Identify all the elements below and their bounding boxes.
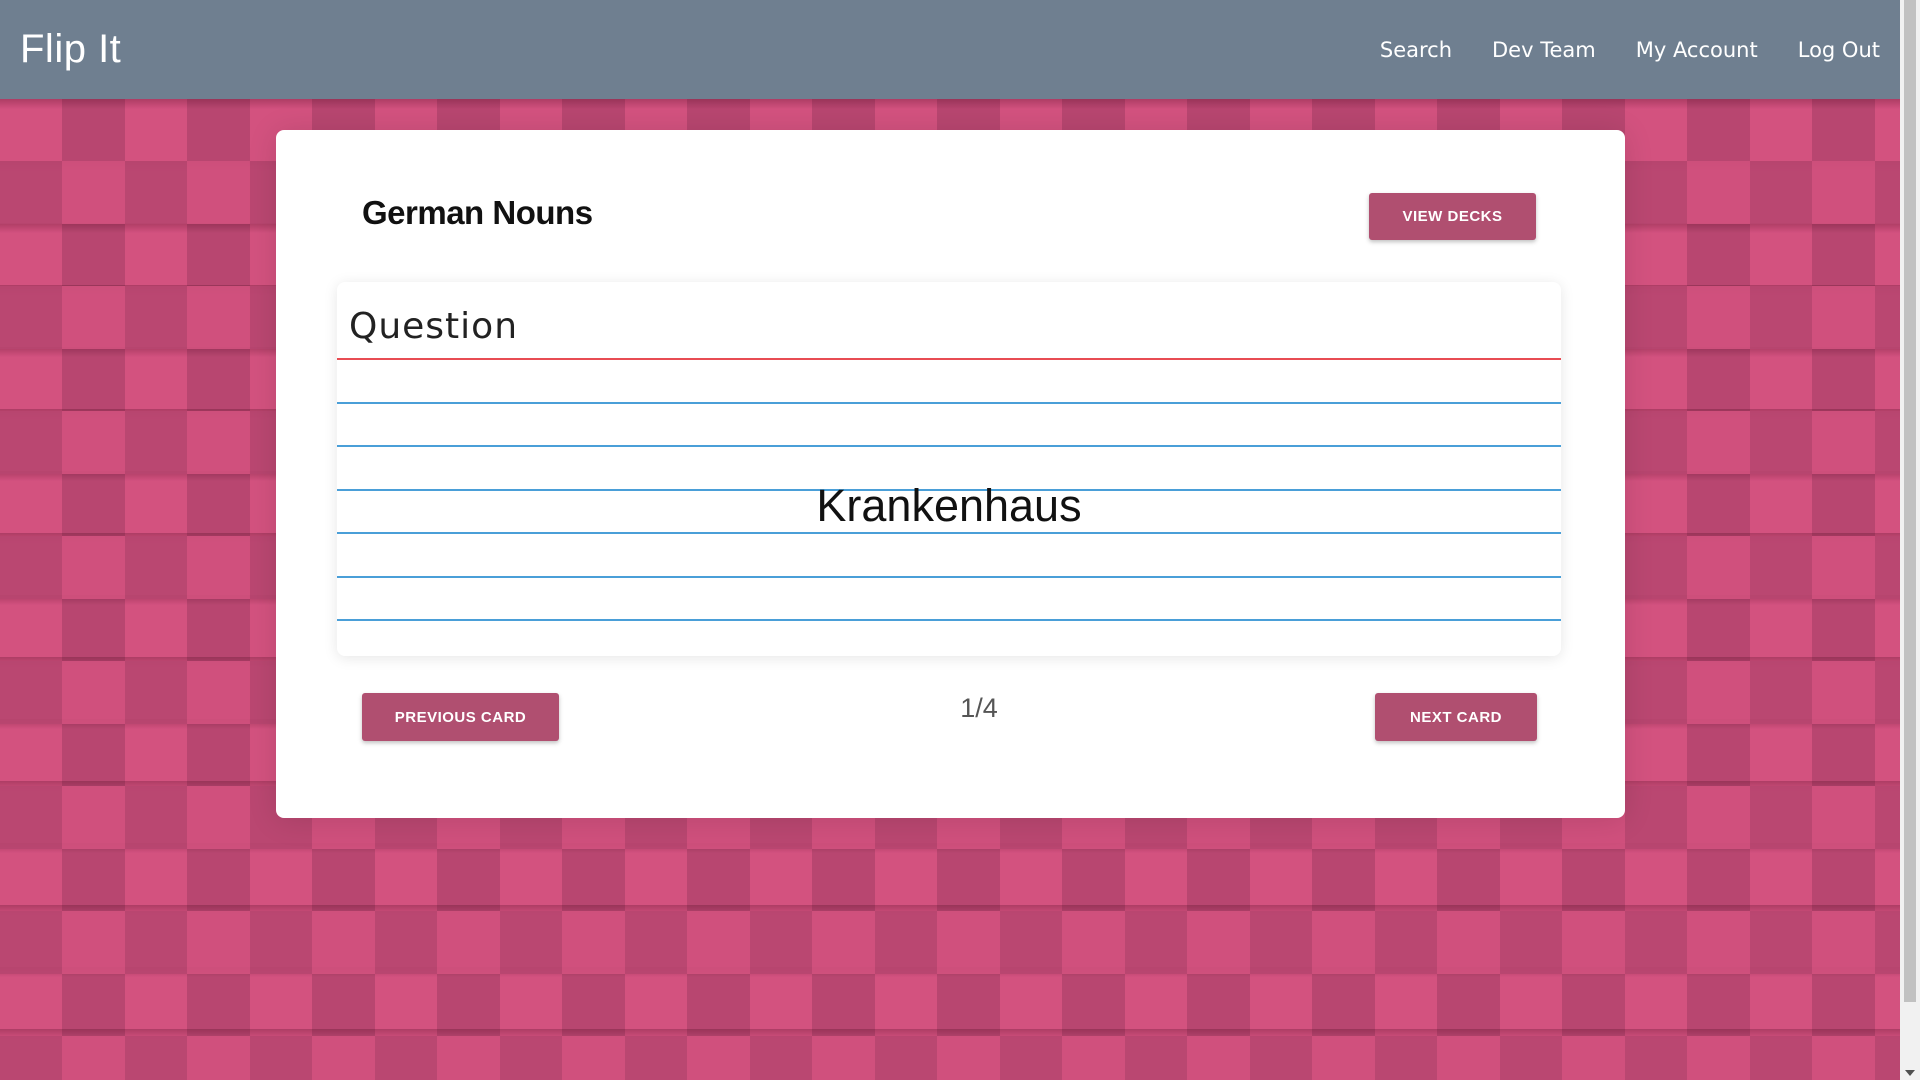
card-blue-rule <box>337 619 1561 621</box>
nav-link-dev-team[interactable]: Dev Team <box>1492 38 1596 62</box>
nav-link-my-account[interactable]: My Account <box>1636 38 1758 62</box>
nav-links: Search Dev Team My Account Log Out <box>1380 38 1880 62</box>
nav-link-search[interactable]: Search <box>1380 38 1452 62</box>
card-counter: 1/4 <box>960 693 998 723</box>
scrollbar-thumb[interactable] <box>1904 0 1916 1002</box>
card-heading: Question <box>349 306 519 347</box>
deck-panel: German Nouns VIEW DECKS Question Kranken… <box>276 130 1625 818</box>
flashcard[interactable]: Question Krankenhaus <box>337 282 1561 656</box>
deck-title: German Nouns <box>362 194 593 231</box>
view-decks-button[interactable]: VIEW DECKS <box>1369 193 1536 240</box>
scroll-down-arrow-icon[interactable] <box>1905 1070 1915 1076</box>
card-blue-rule <box>337 402 1561 404</box>
card-blue-rule <box>337 576 1561 578</box>
card-blue-rule <box>337 445 1561 447</box>
card-blue-rule <box>337 532 1561 534</box>
previous-card-button[interactable]: PREVIOUS CARD <box>362 693 559 741</box>
vertical-scrollbar[interactable] <box>1900 0 1920 1080</box>
brand-logo[interactable]: Flip It <box>20 27 121 72</box>
card-red-rule <box>337 358 1561 360</box>
next-card-button[interactable]: NEXT CARD <box>1375 693 1537 741</box>
top-navbar: Flip It Search Dev Team My Account Log O… <box>0 0 1900 99</box>
card-content: Krankenhaus <box>816 480 1082 531</box>
nav-link-log-out[interactable]: Log Out <box>1798 38 1880 62</box>
